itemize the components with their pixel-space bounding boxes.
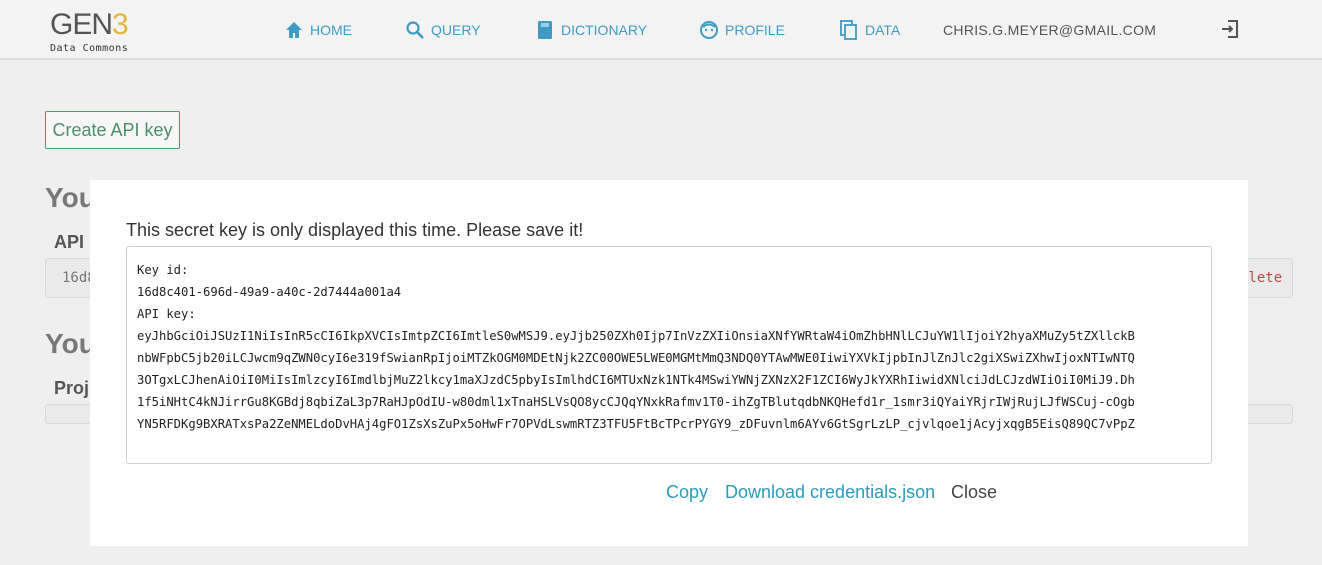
nav-profile[interactable]: PROFILE bbox=[699, 18, 785, 42]
logo-subtitle: Data Commons bbox=[50, 43, 129, 54]
close-button[interactable]: Close bbox=[951, 482, 997, 503]
logo-word: GEN3 bbox=[50, 8, 129, 41]
nav-data-label: DATA bbox=[865, 22, 901, 38]
files-icon bbox=[840, 20, 857, 40]
top-bar: GEN3 Data Commons HOME QUERY DICTIONARY … bbox=[0, 0, 1322, 60]
api-key-line: 1f5iNHtC4kNJirrGu8KGBdj8qbiZaL3p7RaHJpOd… bbox=[137, 395, 1135, 409]
credentials-box[interactable]: Key id: 16d8c401-696d-49a9-a40c-2d7444a0… bbox=[126, 246, 1212, 464]
project-column-label: Proj bbox=[54, 378, 90, 398]
api-keys-heading: You bbox=[45, 182, 96, 213]
download-credentials-button[interactable]: Download credentials.json bbox=[725, 482, 935, 503]
nav-dictionary[interactable]: DICTIONARY bbox=[535, 18, 647, 42]
api-key-label: API key: bbox=[137, 307, 196, 321]
nav-profile-label: PROFILE bbox=[725, 22, 785, 38]
nav-data[interactable]: DATA bbox=[839, 18, 900, 42]
gen3-logo[interactable]: GEN3 Data Commons bbox=[50, 6, 150, 56]
api-key-line: eyJhbGciOiJSUzI1NiIsInR5cCI6IkpXVCIsImtp… bbox=[137, 329, 1135, 343]
api-key-modal: This secret key is only displayed this t… bbox=[90, 180, 1248, 546]
search-icon bbox=[406, 21, 424, 39]
create-api-key-button[interactable]: Create API key bbox=[45, 111, 180, 149]
modal-message: This secret key is only displayed this t… bbox=[126, 220, 584, 240]
key-id-label: Key id: bbox=[137, 263, 189, 277]
projects-heading: You bbox=[45, 328, 96, 359]
profile-face-icon bbox=[700, 21, 718, 39]
api-key-line: YN5RFDKg9BXRATxsPa2ZeNMELdoDvHAj4gFO1ZsX… bbox=[137, 417, 1135, 431]
key-id-value: 16d8c401-696d-49a9-a40c-2d7444a001a4 bbox=[137, 285, 402, 299]
logout-icon[interactable] bbox=[1219, 18, 1241, 40]
home-icon bbox=[286, 22, 302, 38]
nav-query[interactable]: QUERY bbox=[405, 18, 481, 42]
book-icon bbox=[538, 21, 552, 39]
nav-dictionary-label: DICTIONARY bbox=[561, 22, 648, 38]
nav-home-label: HOME bbox=[310, 22, 352, 38]
api-key-line: nbWFpbC5jb20iLCJwcm9qZWN0cyI6e319fSwianR… bbox=[137, 351, 1135, 365]
api-key-column-label: API I bbox=[54, 232, 95, 252]
user-email[interactable]: CHRIS.G.MEYER@GMAIL.COM bbox=[943, 22, 1156, 38]
nav-home[interactable]: HOME bbox=[284, 18, 352, 42]
api-key-line: 3OTgxLCJhenAiOiI0MiIsImlzcyI6ImdlbjMuZ2l… bbox=[137, 373, 1135, 387]
copy-button[interactable]: Copy bbox=[666, 482, 708, 503]
nav-query-label: QUERY bbox=[431, 22, 481, 38]
